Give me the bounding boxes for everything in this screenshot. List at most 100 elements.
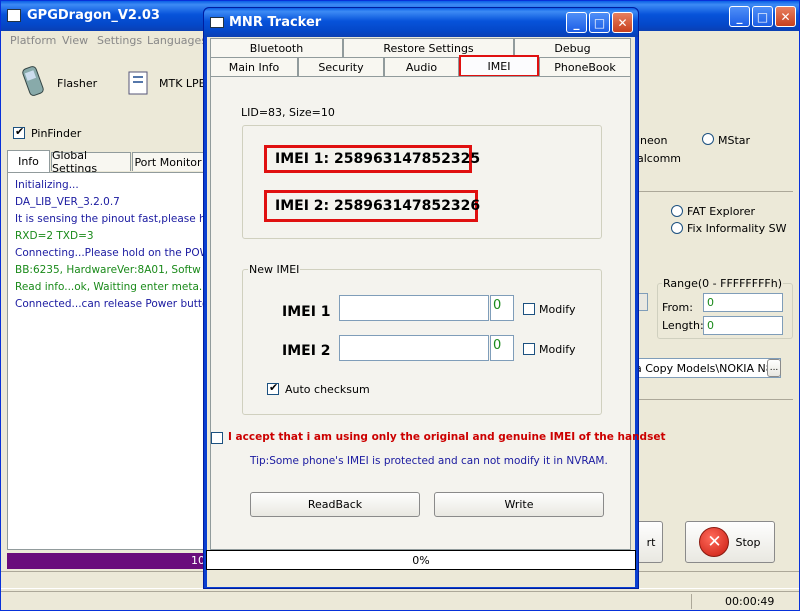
dialog-close-icon[interactable]: ✕ [612,12,633,33]
tab-audio[interactable]: Audio [384,57,459,76]
range-dropdown-arrow[interactable] [638,293,648,311]
tab-main-info-label: Main Info [228,60,280,74]
toolbar-mtk-lpe[interactable]: MTK LPE [125,69,206,99]
length-input[interactable]: 0 [703,316,783,335]
from-label: From: [662,301,693,314]
tab-security[interactable]: Security [298,57,384,76]
imei1-count-value: 0 [493,298,502,313]
pinfinder-checkbox[interactable]: ✔ [13,125,25,139]
auto-checksum-label: Auto checksum [285,383,370,396]
accept-checkbox[interactable] [211,432,223,444]
browse-button-label: ... [769,363,779,373]
log-panel: Initializing... DA_LIB_VER_3.2.0.7 It is… [7,172,207,550]
dialog-titlebar[interactable]: MNR Tracker _ □ ✕ [204,8,638,37]
tab-port-monitor-label: Port Monitor [134,155,202,169]
dialog-progress-bar: 0% [206,550,636,570]
accept-label: I accept that i am using only the origin… [228,431,666,443]
tab-imei[interactable]: IMEI [459,55,539,77]
current-imei-group: IMEI 1: 258963147852325 IMEI 2: 25896314… [242,125,602,239]
stop-icon: ✕ [699,527,730,557]
imei1-label: IMEI 1 [282,304,331,320]
tab-global-settings[interactable]: Global Settings [51,149,131,175]
tab-bluetooth-label: Bluetooth [249,41,304,55]
tab-info[interactable]: Info [7,150,50,172]
log-line: DA_LIB_VER_3.2.0.7 [15,196,120,208]
imei1-modify-checkbox[interactable] [523,303,535,315]
tab-main-info[interactable]: Main Info [210,57,298,76]
menu-platform[interactable]: Platform [10,34,56,47]
toolbar-flasher[interactable]: Flasher [21,65,101,101]
browse-button[interactable]: ... [767,359,781,377]
from-value: 0 [707,296,714,309]
imei2-display: IMEI 2: 258963147852326 [275,198,481,214]
imei-tab-page: LID=83, Size=10 IMEI 1: 258963147852325 … [210,76,665,550]
imei2-modify-label: Modify [539,343,576,356]
qualcomm-label: alcomm [637,152,682,165]
status-bar: 00:00:49 [1,591,799,610]
fix-informality-label: Fix Informality SW [687,222,787,235]
tab-imei-label: IMEI [487,59,511,73]
imei2-display-box: IMEI 2: 258963147852326 [264,190,481,222]
dialog-minimize-icon[interactable]: _ [566,12,587,33]
log-line: BB:6235, HardwareVer:8A01, Softw [15,264,201,276]
tab-info-label: Info [18,155,39,168]
maximize-icon[interactable]: □ [752,6,773,27]
imei1-count: 0 [490,295,514,321]
length-label: Length: [662,319,704,332]
flasher-label: Flasher [57,77,98,90]
write-button[interactable]: Write [434,492,604,517]
close-icon[interactable]: ✕ [775,6,796,27]
tab-security-label: Security [318,60,364,74]
mnr-dialog: MNR Tracker _ □ ✕ Bluetooth Restore Sett… [203,7,665,589]
log-line: It is sensing the pinout fast,please hol… [15,213,207,225]
imei2-label: IMEI 2 [282,343,331,359]
log-line: Read info...ok, Waitting enter meta... [15,281,207,293]
tab-audio-label: Audio [405,60,438,74]
fat-explorer-radio[interactable] [671,205,683,217]
model-path-value: a Copy Models\NOKIA N8 N [635,362,781,375]
status-time: 00:00:49 [725,595,775,608]
auto-checksum-checkbox[interactable]: ✔ [267,381,279,395]
menu-view[interactable]: View [62,34,88,47]
phone-icon [22,66,44,96]
fix-informality-radio[interactable] [671,222,683,234]
readback-button[interactable]: ReadBack [250,492,420,517]
stop-button-label: Stop [735,535,761,549]
range-label: Range(0 - FFFFFFFFh) [662,277,783,290]
stop-button[interactable]: ✕ Stop [685,521,775,563]
menu-languages[interactable]: Languages [147,34,207,47]
log-line: Connected...can release Power button [15,298,207,310]
imei1-input[interactable] [339,295,489,321]
dialog-title: MNR Tracker [229,15,322,30]
main-progress-bar: 10 [7,553,207,569]
main-window-title: GPGDragon_V2.03 [27,8,160,23]
fat-explorer-label: FAT Explorer [687,205,756,218]
mstar-label: MStar [718,134,751,147]
menu-settings[interactable]: Settings [97,34,142,47]
dialog-maximize-icon[interactable]: □ [589,12,610,33]
imei2-count-value: 0 [493,338,502,353]
app-icon [7,9,21,22]
imei2-modify-checkbox[interactable] [523,343,535,355]
tip-text: Tip:Some phone's IMEI is protected and c… [250,455,608,467]
imei2-count: 0 [490,335,514,361]
imei2-input[interactable] [339,335,489,361]
from-input[interactable]: 0 [703,293,783,312]
write-button-label: Write [504,498,534,511]
tab-debug-label: Debug [554,41,591,55]
minimize-icon[interactable]: _ [729,6,750,27]
model-path-input[interactable]: a Copy Models\NOKIA N8 N [635,358,781,378]
tab-bluetooth[interactable]: Bluetooth [210,38,343,57]
tab-phonebook-label: PhoneBook [554,60,616,74]
mstar-radio[interactable] [702,133,714,145]
imei1-display-box: IMEI 1: 258963147852325 [264,145,480,173]
status-divider [691,594,692,609]
log-line: RXD=2 TXD=3 [15,230,94,242]
right-panel-divider [637,191,793,192]
tab-phonebook[interactable]: PhoneBook [539,57,631,76]
pinfinder-label: PinFinder [31,127,82,140]
tab-restore-settings-label: Restore Settings [383,41,474,55]
infineon-label: ineon [637,134,668,147]
tab-port-monitor[interactable]: Port Monitor [132,152,204,171]
log-line: Connecting...Please hold on the POWER [15,247,207,259]
